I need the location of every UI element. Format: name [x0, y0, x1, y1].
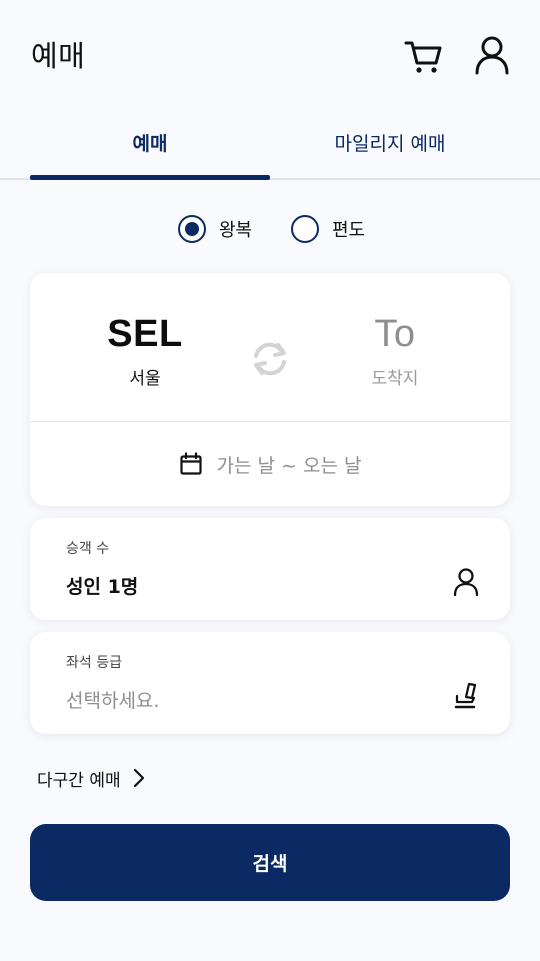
radio-unchecked-icon: [291, 215, 319, 243]
seat-icon: [454, 682, 477, 709]
tab-booking[interactable]: 예매: [30, 104, 270, 180]
seat-icon-wrap: [452, 682, 480, 710]
passenger-value: 성인 1명: [66, 576, 139, 598]
one-way-label: 편도: [332, 220, 366, 241]
arrival-code: To: [374, 313, 416, 355]
arrival-city: 도착지: [371, 369, 419, 389]
seat-class-field[interactable]: 좌석 등급 선택하세요.: [30, 632, 510, 734]
departure-selector[interactable]: SEL 서울: [60, 313, 230, 389]
swap-route-button[interactable]: [248, 337, 292, 381]
date-placeholder: 가는 날 ~ 오는 날: [216, 454, 362, 477]
app-header: 예매: [0, 0, 540, 104]
person-icon: [453, 568, 479, 596]
search-button[interactable]: 검색: [30, 824, 510, 901]
tab-mileage-booking[interactable]: 마일리지 예매: [270, 104, 510, 180]
radio-checked-icon: [178, 215, 206, 243]
multi-city-link[interactable]: 다구간 예매: [37, 764, 145, 792]
round-trip-label: 왕복: [219, 220, 253, 241]
user-icon: [475, 36, 509, 75]
swap-icon: [254, 342, 286, 376]
booking-tabs: 예매 마일리지 예매: [0, 104, 540, 180]
round-trip-radio[interactable]: 왕복: [178, 212, 252, 246]
seat-class-placeholder: 선택하세요.: [66, 690, 160, 712]
departure-code: SEL: [107, 313, 183, 355]
date-picker[interactable]: 가는 날 ~ 오는 날: [30, 422, 510, 506]
chevron-right-icon: [133, 768, 145, 788]
page-title: 예매: [31, 39, 86, 73]
arrival-selector[interactable]: To 도착지: [310, 313, 480, 389]
cart-icon: [404, 41, 442, 73]
calendar-icon: [179, 452, 202, 475]
trip-type-selector: 왕복 편도: [0, 212, 540, 246]
route-card: SEL 서울 To 도착지 가는 날 ~ 오는 날: [30, 273, 510, 506]
active-tab-indicator: [30, 175, 270, 180]
cart-button[interactable]: [401, 33, 445, 77]
profile-button[interactable]: [470, 33, 514, 77]
passenger-label: 승객 수: [66, 541, 110, 557]
one-way-radio[interactable]: 편도: [291, 212, 365, 246]
passenger-count-field[interactable]: 승객 수 성인 1명: [30, 518, 510, 620]
passenger-icon-wrap: [452, 568, 480, 596]
multi-city-label: 다구간 예매: [37, 770, 121, 791]
departure-city: 서울: [129, 369, 161, 389]
seat-class-label: 좌석 등급: [66, 655, 122, 671]
